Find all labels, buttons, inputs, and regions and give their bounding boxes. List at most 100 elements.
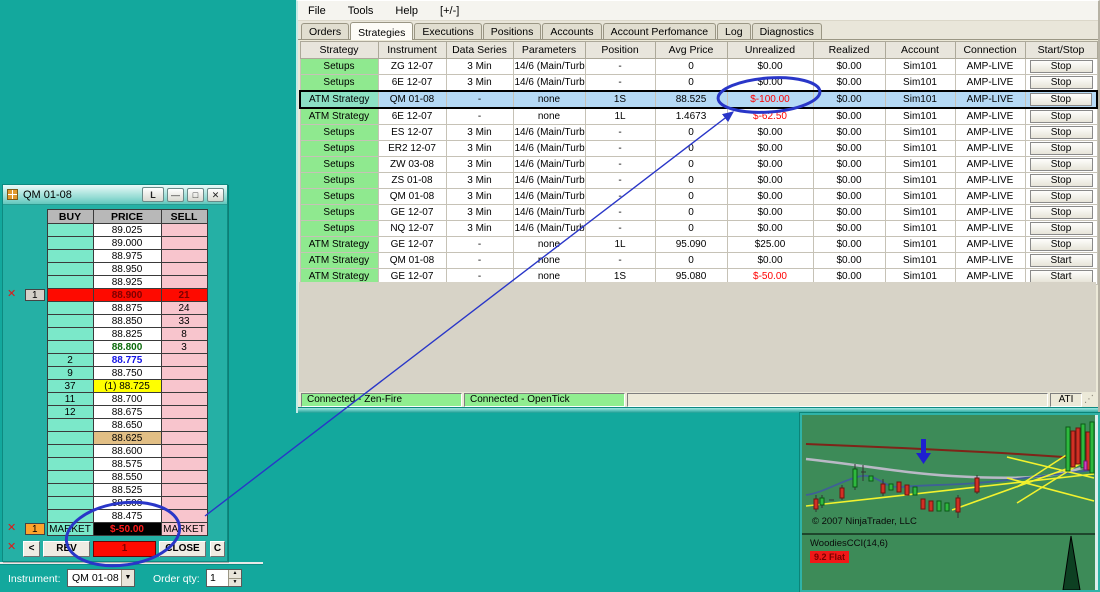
buy-cell[interactable] xyxy=(46,483,94,497)
strategy-row[interactable]: Setups QM 01-08 3 Min 14/6 (Main/Turb - … xyxy=(299,188,1098,205)
sell-cell[interactable] xyxy=(160,223,208,237)
link-button[interactable]: L xyxy=(142,187,164,202)
market-qty-box[interactable]: 1 xyxy=(24,523,45,535)
order-qty-stepper[interactable]: 1 ▲ ▼ xyxy=(206,569,242,587)
buy-cell[interactable] xyxy=(46,457,94,471)
sell-cell[interactable] xyxy=(160,431,208,445)
c-button[interactable]: C xyxy=(210,541,225,557)
sell-cell[interactable]: 24 xyxy=(160,301,208,315)
buy-cell[interactable] xyxy=(46,418,94,432)
buy-cell[interactable]: 9 xyxy=(46,366,94,380)
tab-accounts[interactable]: Accounts xyxy=(542,23,602,39)
strategy-row[interactable]: Setups ES 12-07 3 Min 14/6 (Main/Turb - … xyxy=(299,124,1098,141)
tab-strategies[interactable]: Strategies xyxy=(350,22,414,40)
working-qty-box[interactable]: 1 xyxy=(24,289,45,301)
sell-cell[interactable] xyxy=(160,483,208,497)
strategy-row[interactable]: Setups ZS 01-08 3 Min 14/6 (Main/Turb - … xyxy=(299,172,1098,189)
buy-cell[interactable] xyxy=(46,288,94,302)
buy-cell[interactable] xyxy=(46,314,94,328)
buy-cell[interactable] xyxy=(46,496,94,510)
sell-cell[interactable] xyxy=(160,470,208,484)
buy-cell[interactable]: 11 xyxy=(46,392,94,406)
buy-cell[interactable] xyxy=(46,327,94,341)
buy-cell[interactable] xyxy=(46,431,94,445)
strategy-row[interactable]: ATM Strategy QM 01-08 - none - 0 $0.00 $… xyxy=(299,252,1098,269)
buy-cell[interactable] xyxy=(46,275,94,289)
back-button[interactable]: < xyxy=(23,541,40,557)
close-position-button[interactable]: CLOSE xyxy=(159,541,206,557)
sell-cell[interactable] xyxy=(160,366,208,380)
minimize-icon[interactable]: — xyxy=(167,187,184,202)
buy-cell[interactable] xyxy=(46,236,94,250)
start-stop-button[interactable]: Stop xyxy=(1029,158,1093,171)
col-avg-price[interactable]: Avg Price xyxy=(654,41,728,59)
strategy-row[interactable]: ATM Strategy 6E 12-07 - none 1L 1.4673 $… xyxy=(299,107,1098,125)
start-stop-button[interactable]: Stop xyxy=(1029,190,1093,203)
start-stop-button[interactable]: Stop xyxy=(1029,238,1093,251)
sell-cell[interactable]: 3 xyxy=(160,340,208,354)
maximize-icon[interactable]: □ xyxy=(187,187,204,202)
start-stop-button[interactable]: Stop xyxy=(1029,222,1093,235)
sell-cell[interactable] xyxy=(160,236,208,250)
menu-plus-minus[interactable]: [+/-] xyxy=(440,5,459,17)
strategy-row[interactable]: Setups NQ 12-07 3 Min 14/6 (Main/Turb - … xyxy=(299,220,1098,237)
sell-cell[interactable] xyxy=(160,418,208,432)
sell-cell[interactable] xyxy=(160,509,208,523)
sell-cell[interactable] xyxy=(160,262,208,276)
start-stop-button[interactable]: Stop xyxy=(1029,142,1093,155)
col-parameters[interactable]: Parameters xyxy=(512,41,586,59)
buy-cell[interactable]: 2 xyxy=(46,353,94,367)
tab-log[interactable]: Log xyxy=(717,23,751,39)
col-unrealized[interactable]: Unrealized xyxy=(726,41,814,59)
strategy-row[interactable]: ATM Strategy QM 01-08 - none 1S 88.525 $… xyxy=(299,90,1098,109)
start-stop-button[interactable]: Stop xyxy=(1029,206,1093,219)
strategy-row[interactable]: Setups ZW 03-08 3 Min 14/6 (Main/Turb - … xyxy=(299,156,1098,173)
strategy-row[interactable]: ATM Strategy GE 12-07 - none 1L 95.090 $… xyxy=(299,236,1098,253)
tab-diagnostics[interactable]: Diagnostics xyxy=(751,23,822,39)
strategy-row[interactable]: Setups ER2 12-07 3 Min 14/6 (Main/Turb -… xyxy=(299,140,1098,157)
menu-file[interactable]: File xyxy=(308,5,326,17)
col-connection[interactable]: Connection xyxy=(954,41,1026,59)
strategy-row[interactable]: Setups ZG 12-07 3 Min 14/6 (Main/Turb - … xyxy=(299,58,1098,75)
menu-help[interactable]: Help xyxy=(395,5,418,17)
col-start-stop[interactable]: Start/Stop xyxy=(1024,41,1098,59)
buy-cell[interactable]: 37 xyxy=(46,379,94,393)
chevron-down-icon[interactable]: ▼ xyxy=(121,570,134,586)
sell-cell[interactable] xyxy=(160,496,208,510)
col-strategy[interactable]: Strategy xyxy=(299,41,379,59)
strategy-row[interactable]: Setups 6E 12-07 3 Min 14/6 (Main/Turb - … xyxy=(299,74,1098,92)
tab-account-performance[interactable]: Account Perfomance xyxy=(602,23,717,39)
cancel-order-icon[interactable]: ✕ xyxy=(7,288,19,301)
col-data-series[interactable]: Data Series xyxy=(445,41,514,59)
start-stop-button[interactable]: Stop xyxy=(1029,60,1093,73)
cancel-order-icon[interactable]: ✕ xyxy=(7,522,19,535)
spin-down-icon[interactable]: ▼ xyxy=(229,578,241,586)
tab-executions[interactable]: Executions xyxy=(414,23,482,39)
sell-cell[interactable] xyxy=(160,249,208,263)
sell-cell[interactable] xyxy=(160,379,208,393)
buy-cell[interactable] xyxy=(46,249,94,263)
reverse-button[interactable]: REV xyxy=(43,541,90,557)
start-stop-button[interactable]: Stop xyxy=(1029,76,1093,89)
resize-grip-icon[interactable]: ⋰ xyxy=(1084,393,1096,407)
start-stop-button[interactable]: Stop xyxy=(1029,126,1093,139)
sell-cell[interactable]: 8 xyxy=(160,327,208,341)
close-icon[interactable]: ✕ xyxy=(207,187,224,202)
sell-cell[interactable] xyxy=(160,353,208,367)
spin-up-icon[interactable]: ▲ xyxy=(229,570,241,579)
buy-market-cell[interactable]: MARKET xyxy=(46,522,94,536)
col-instrument[interactable]: Instrument xyxy=(377,41,447,59)
menu-tools[interactable]: Tools xyxy=(348,5,374,17)
sell-cell[interactable]: 33 xyxy=(160,314,208,328)
buy-cell[interactable] xyxy=(46,340,94,354)
sell-cell[interactable] xyxy=(160,275,208,289)
start-stop-button[interactable]: Start xyxy=(1029,254,1093,267)
sell-cell[interactable]: 21 xyxy=(160,288,208,302)
sell-cell[interactable] xyxy=(160,444,208,458)
buy-cell[interactable] xyxy=(46,470,94,484)
sell-market-cell[interactable]: MARKET xyxy=(160,522,208,536)
dom-title-bar[interactable]: QM 01-08 L — □ ✕ xyxy=(3,185,227,205)
start-stop-button[interactable]: Stop xyxy=(1029,93,1092,106)
sell-cell[interactable] xyxy=(160,405,208,419)
buy-cell[interactable] xyxy=(46,301,94,315)
